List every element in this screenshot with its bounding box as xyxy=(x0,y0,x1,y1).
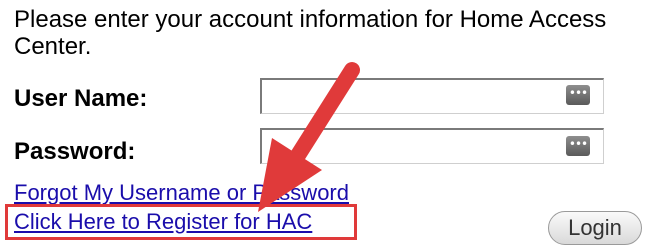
username-input[interactable] xyxy=(260,78,604,114)
forgot-credentials-link[interactable]: Forgot My Username or Password xyxy=(14,180,349,206)
password-input[interactable] xyxy=(260,128,604,164)
password-manager-icon[interactable]: ••• xyxy=(566,85,590,105)
username-label: User Name: xyxy=(14,85,148,112)
password-label: Password: xyxy=(14,138,136,165)
password-manager-icon[interactable]: ••• xyxy=(566,136,590,156)
login-button[interactable]: Login xyxy=(548,211,642,245)
intro-text: Please enter your account information fo… xyxy=(14,6,607,60)
register-link[interactable]: Click Here to Register for HAC xyxy=(14,209,312,235)
